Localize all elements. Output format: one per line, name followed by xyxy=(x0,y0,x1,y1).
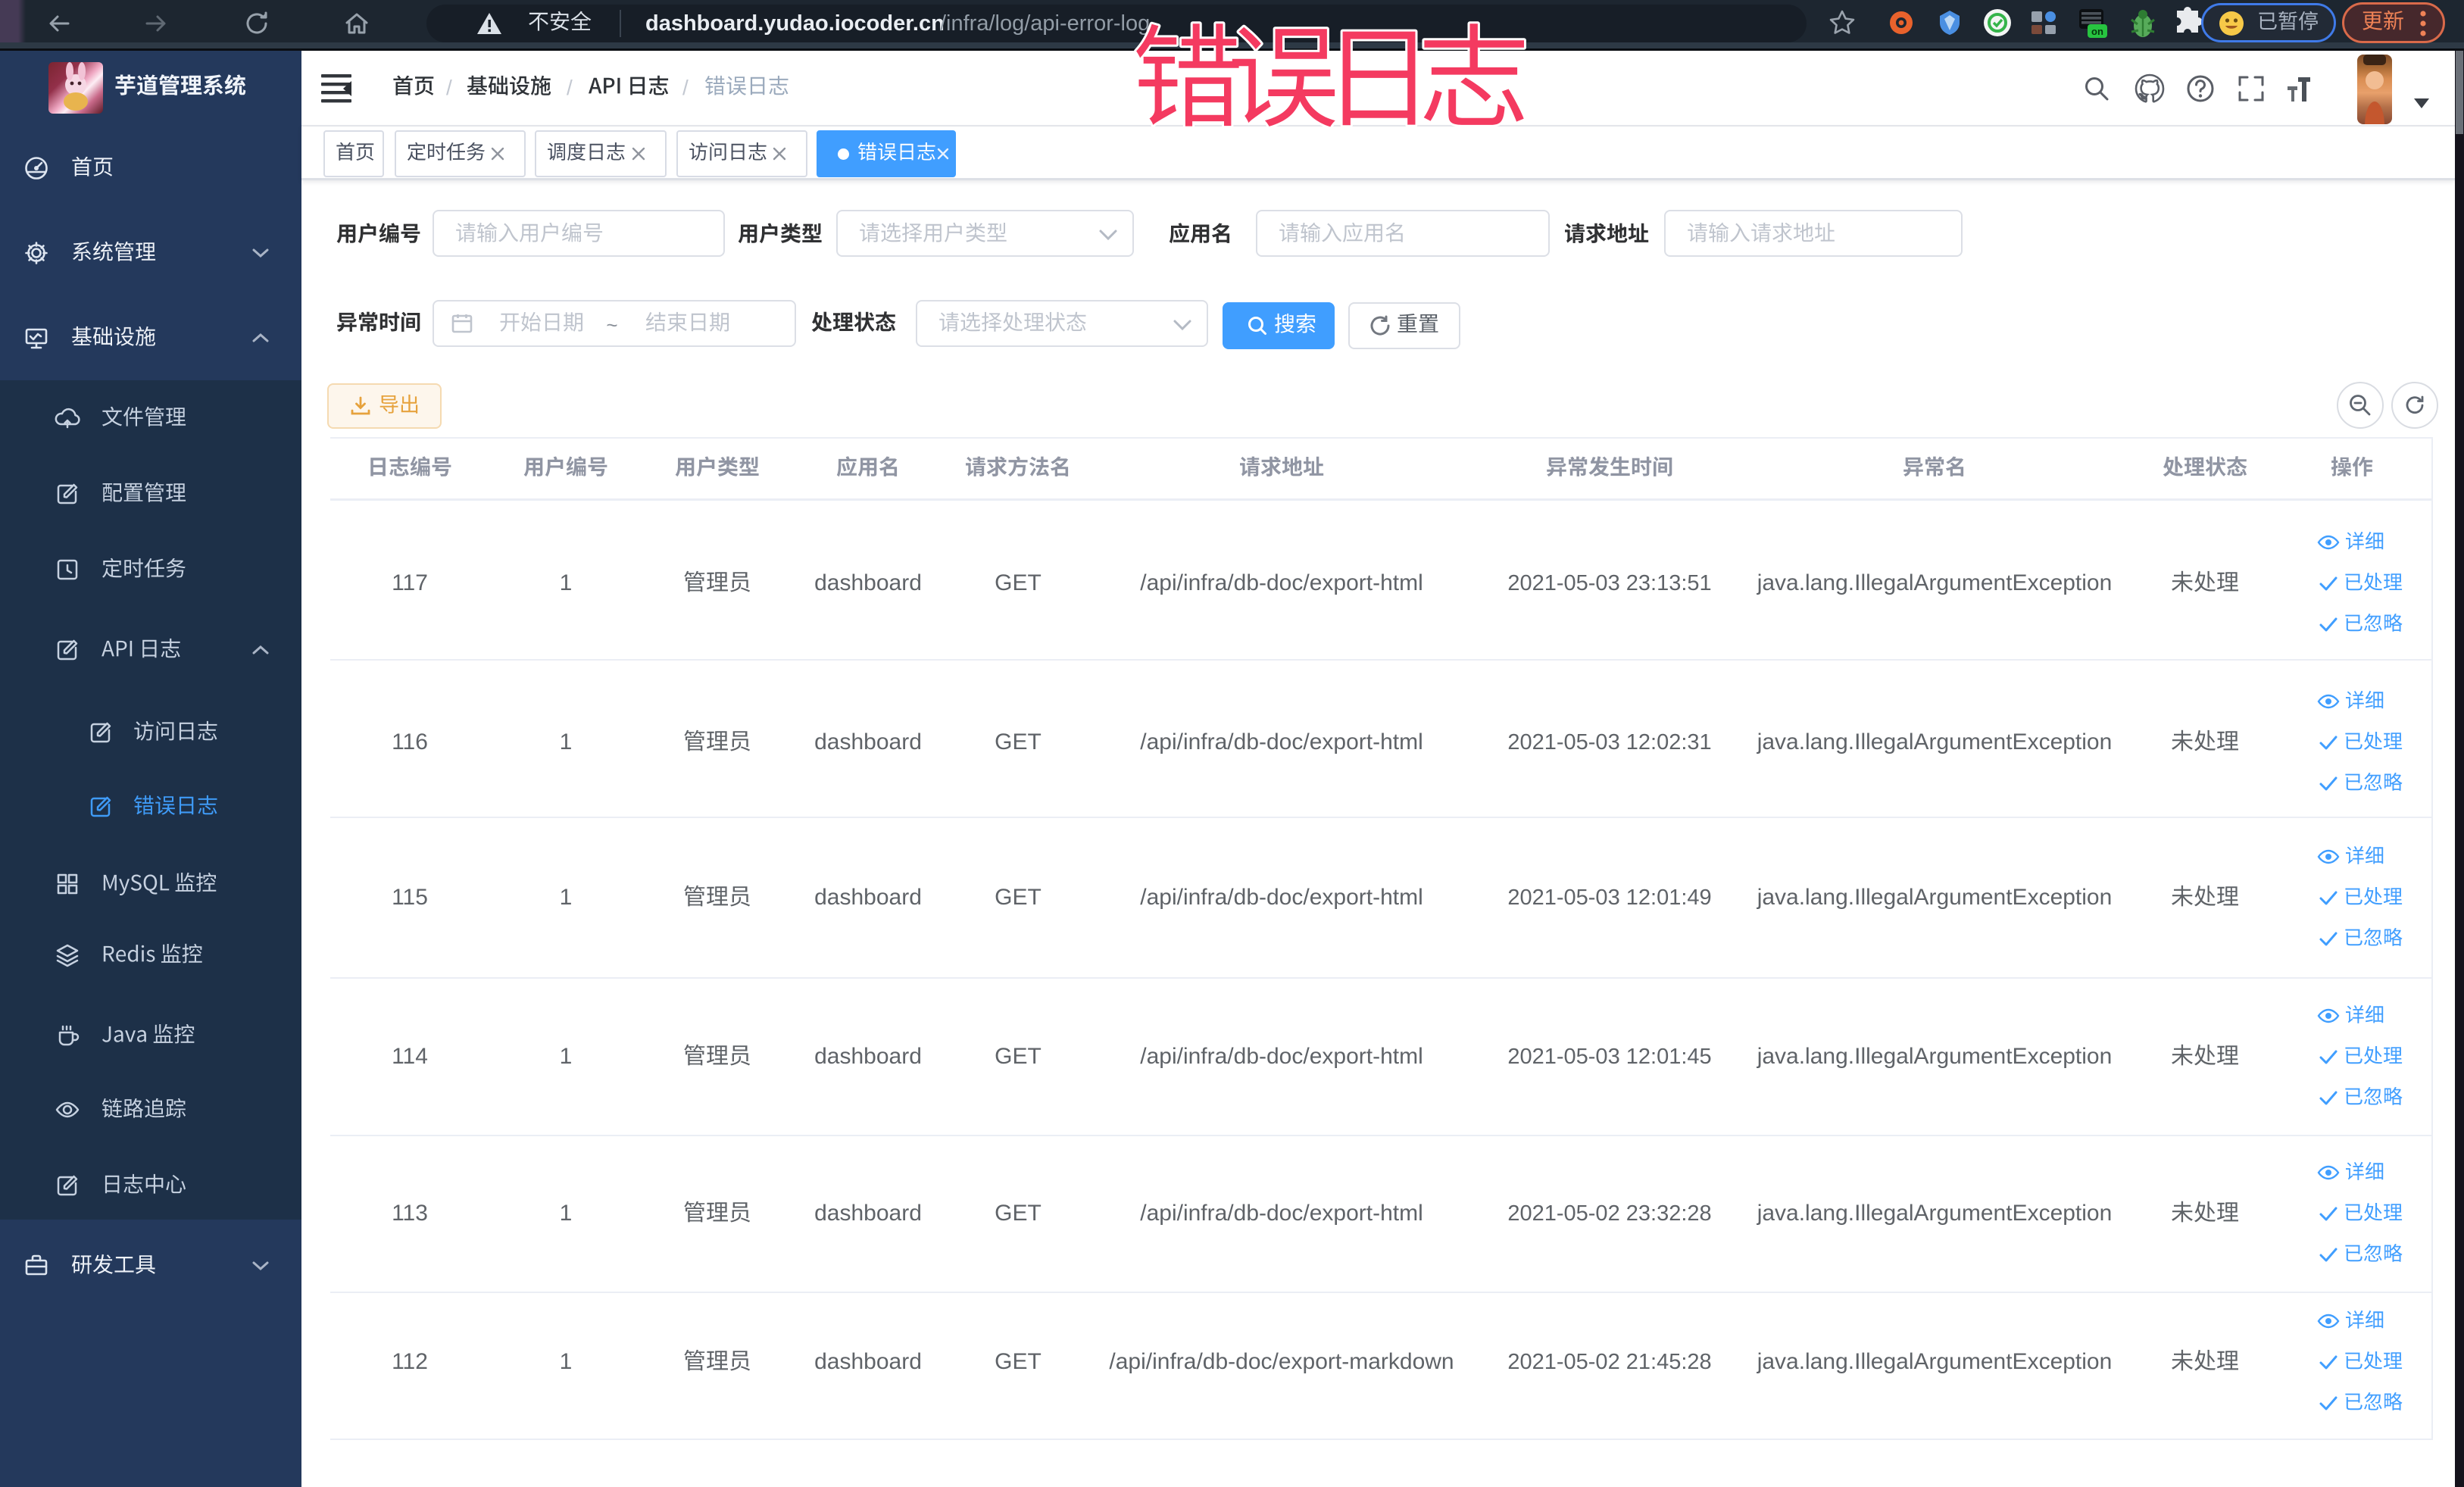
svg-text:on: on xyxy=(2091,26,2103,37)
